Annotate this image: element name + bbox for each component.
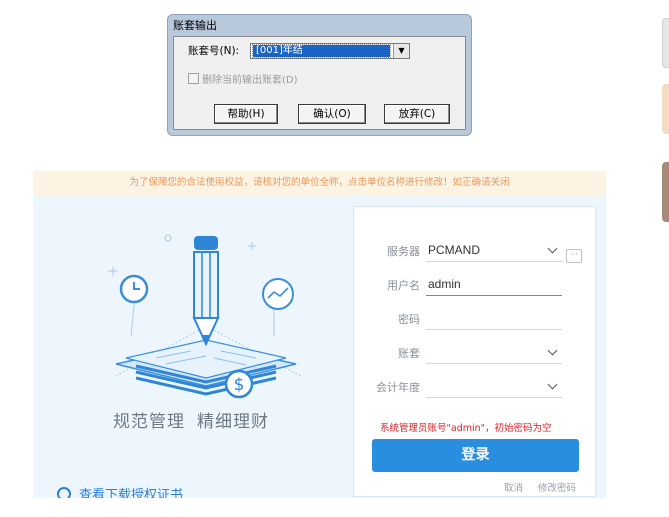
thumbnail-2 [662, 84, 669, 134]
chevron-down-icon [547, 379, 558, 390]
thumbnail-3 [662, 162, 669, 222]
chevron-down-icon [547, 243, 558, 254]
delete-current-checkbox[interactable] [188, 73, 199, 84]
username-input[interactable]: admin [426, 273, 562, 296]
password-input[interactable] [426, 307, 562, 330]
gear-icon [57, 487, 71, 498]
company-name-notice[interactable]: 为了保障您的合法使用权益，请核对您的单位全称，点击单位名称进行修改！如正确请关闭 [33, 171, 606, 195]
clock-icon [119, 274, 149, 304]
server-value: PCMAND [428, 243, 481, 257]
login-form: 服务器 PCMAND ··· 用户名 admin 密码 账套 会计年度 系统管理… [353, 206, 596, 497]
chevron-down-icon[interactable]: ▼ [393, 44, 409, 58]
fiscal-year-label: 会计年度 [376, 381, 420, 394]
cancel-button[interactable]: 放弃(C) [384, 104, 450, 124]
svg-text:$: $ [234, 375, 245, 395]
slogan-standard-management: 规范管理 [113, 412, 185, 432]
account-output-dialog: 账套输出 账套号(N): [001]年结 ▼ 删除当前输出账套(D) 帮助(H)… [167, 14, 472, 136]
slogan: 规范管理 精细理财 [113, 407, 281, 432]
finance-illustration: $ [108, 234, 302, 399]
slogan-fine-finance: 精细理财 [197, 412, 269, 432]
view-license-link[interactable]: 查看下载授权证书 [57, 484, 183, 498]
login-panel: 为了保障您的合法使用权益，请核对您的单位全称，点击单位名称进行修改！如正确请关闭 [33, 171, 606, 498]
cancel-link[interactable]: 取消 [504, 480, 523, 494]
help-button[interactable]: 帮助(H) [214, 104, 278, 124]
dialog-body: 账套号(N): [001]年结 ▼ 删除当前输出账套(D) 帮助(H) 确认(O… [173, 36, 466, 130]
server-label: 服务器 [387, 245, 420, 258]
chevron-down-icon [547, 345, 558, 356]
view-license-label: 查看下载授权证书 [79, 488, 184, 498]
fiscal-year-select[interactable] [426, 375, 562, 398]
login-button[interactable]: 登录 [372, 439, 579, 472]
chart-bubble-icon [262, 278, 294, 310]
server-select[interactable]: PCMAND [426, 239, 562, 262]
change-password-link[interactable]: 修改密码 [538, 480, 576, 494]
pencil-icon [192, 236, 220, 347]
delete-current-label: 删除当前输出账套(D) [202, 75, 298, 86]
username-label: 用户名 [387, 279, 420, 292]
dialog-title: 账套输出 [173, 19, 217, 32]
username-value: admin [428, 277, 461, 291]
account-number-select[interactable]: [001]年结 ▼ [250, 43, 410, 59]
thumbnail-1 [662, 18, 669, 68]
password-label: 密码 [398, 313, 420, 326]
server-more-button[interactable]: ··· [566, 249, 582, 263]
confirm-button[interactable]: 确认(O) [298, 104, 366, 124]
dollar-coin-icon: $ [224, 369, 254, 399]
admin-warning: 系统管理员账号"admin"，初始密码为空 [380, 423, 552, 434]
account-number-label: 账套号(N): [188, 45, 240, 57]
account-number-value: [001]年结 [252, 44, 391, 58]
account-set-select[interactable] [426, 341, 562, 364]
account-set-label: 账套 [398, 347, 420, 360]
